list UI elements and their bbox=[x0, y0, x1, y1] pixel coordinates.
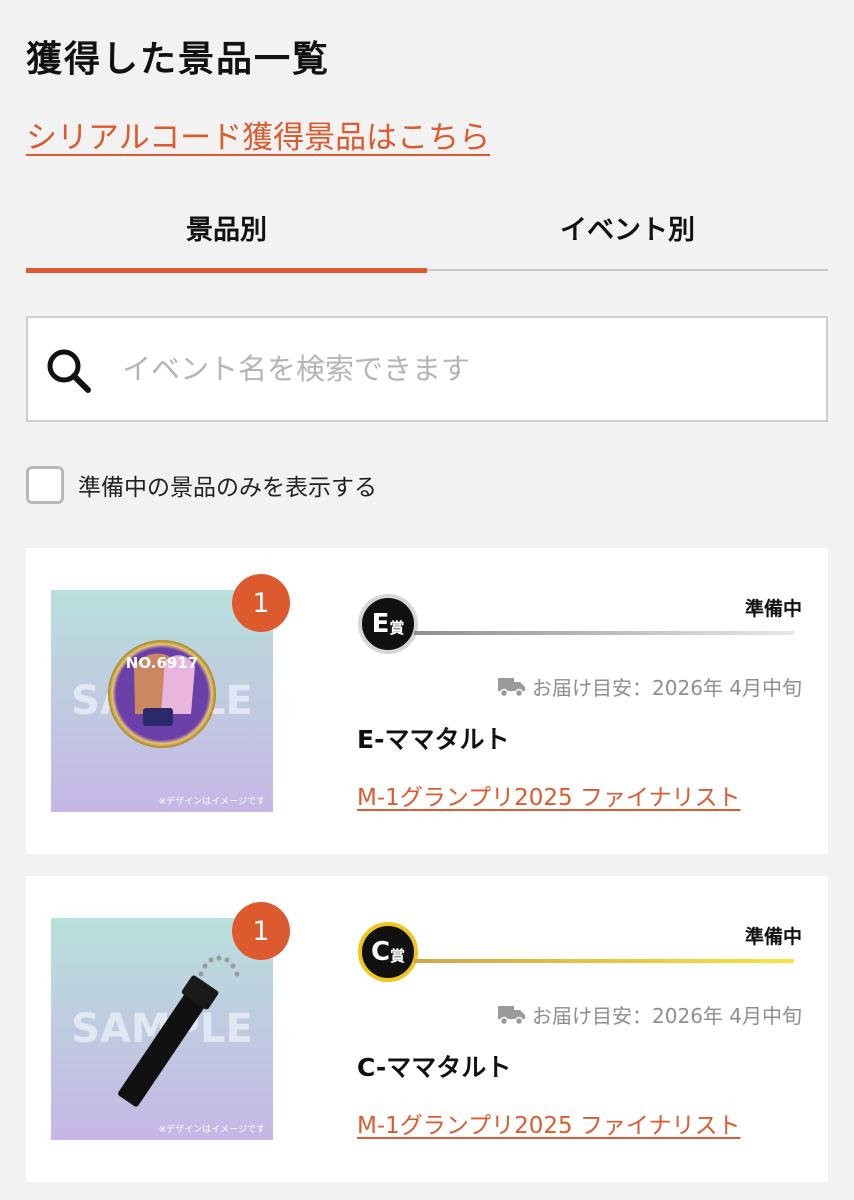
delivery-estimate: お届け目安：2026年 4月中旬 bbox=[498, 1000, 802, 1029]
search-icon[interactable] bbox=[42, 342, 98, 398]
tab-by-event[interactable]: イベント別 bbox=[427, 185, 828, 269]
grade-e-icon: E賞 bbox=[358, 594, 418, 654]
quantity-badge: 1 bbox=[232, 902, 290, 960]
design-note: ※デザインはイメージです bbox=[159, 795, 265, 807]
page-title: 獲得した景品一覧 bbox=[26, 39, 331, 80]
status-label: 準備中 bbox=[744, 598, 802, 620]
truck-icon bbox=[498, 1005, 526, 1025]
prize-card[interactable]: SAMPLE NO.6917 ※デザインはイメージです 1 E賞 準備中 お届け… bbox=[26, 548, 828, 854]
status-progress-bar bbox=[414, 631, 794, 635]
active-tab-indicator bbox=[26, 268, 427, 273]
search-input[interactable] bbox=[122, 340, 802, 398]
prize-name: C-ママタルト bbox=[357, 1053, 512, 1082]
prize-name: E-ママタルト bbox=[357, 725, 510, 754]
delivery-text: お届け目安：2026年 4月中旬 bbox=[532, 676, 802, 700]
delivery-text: お届け目安：2026年 4月中旬 bbox=[532, 1004, 802, 1028]
event-link[interactable]: M-1グランプリ2025 ファイナリスト bbox=[357, 778, 797, 812]
preparing-only-label: 準備中の景品のみを表示する bbox=[78, 475, 377, 501]
status-label: 準備中 bbox=[744, 926, 802, 948]
preparing-only-checkbox[interactable] bbox=[26, 466, 64, 504]
truck-icon bbox=[498, 677, 526, 697]
search-box bbox=[26, 316, 828, 422]
badge-number-text: NO.6917 bbox=[126, 654, 198, 672]
tab-by-prize[interactable]: 景品別 bbox=[26, 185, 427, 269]
preparing-filter[interactable]: 準備中の景品のみを表示する bbox=[26, 466, 377, 504]
grade-c-icon: C賞 bbox=[358, 922, 418, 982]
tab-bar: 景品別 イベント別 bbox=[26, 185, 828, 273]
status-progress-bar bbox=[414, 959, 794, 963]
delivery-estimate: お届け目安：2026年 4月中旬 bbox=[498, 672, 802, 701]
event-link[interactable]: M-1グランプリ2025 ファイナリスト bbox=[357, 1106, 797, 1140]
serial-code-prizes-link[interactable]: シリアルコード獲得景品はこちら bbox=[26, 112, 490, 157]
design-note: ※デザインはイメージです bbox=[159, 1123, 265, 1135]
prize-card[interactable]: SAMPLE ※デザインはイメージです 1 C賞 準備中 お届け目安：2026年… bbox=[26, 876, 828, 1182]
quantity-badge: 1 bbox=[232, 574, 290, 632]
